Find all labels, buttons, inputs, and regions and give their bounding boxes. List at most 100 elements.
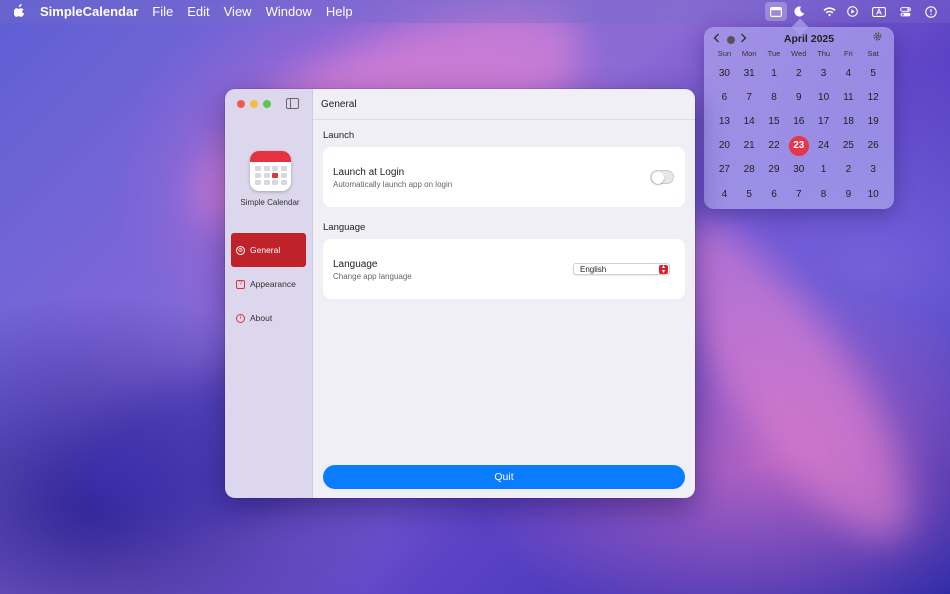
calendar-day[interactable]: 16 [786, 109, 811, 133]
calendar-day[interactable]: 2 [786, 61, 811, 85]
menu-window[interactable]: Window [266, 4, 312, 19]
wifi-icon[interactable] [818, 0, 840, 23]
calendar-day[interactable]: 3 [811, 61, 836, 85]
weekday-header-row: Sun Mon Tue Wed Thu Fri Sat [712, 49, 886, 58]
calendar-day[interactable]: 4 [836, 61, 861, 85]
calendar-day[interactable]: 30 [712, 61, 737, 85]
calendar-day[interactable]: 6 [762, 182, 787, 206]
content-header: General [313, 89, 695, 120]
calendar-day[interactable]: 11 [836, 85, 861, 109]
sidebar-toggle-icon[interactable] [286, 98, 299, 109]
paintbrush-icon: ? [236, 279, 245, 289]
calendar-day[interactable]: 13 [712, 109, 737, 133]
calendar-header: April 2025 [704, 30, 894, 50]
weekday-label: Mon [741, 49, 757, 58]
menu-app-name[interactable]: SimpleCalendar [40, 4, 138, 19]
calendar-day[interactable]: 8 [762, 85, 787, 109]
chevron-updown-icon: ▴ ▾ [659, 264, 668, 275]
settings-content: General Launch Launch at Login Automatic… [313, 89, 695, 498]
weekday-label: Sat [867, 49, 879, 58]
menu-edit[interactable]: Edit [187, 4, 209, 19]
sidebar: Simple Calendar ⚙ General ? Appearance i… [225, 89, 313, 498]
play-icon[interactable] [841, 0, 863, 23]
toggle-knob [652, 172, 664, 184]
calendar-day[interactable]: 10 [811, 85, 836, 109]
calendar-day[interactable]: 31 [737, 61, 762, 85]
calendar-day[interactable]: 7 [737, 85, 762, 109]
calendar-day[interactable]: 9 [786, 85, 811, 109]
calendar-day[interactable]: 25 [836, 134, 861, 158]
calendar-day[interactable]: 5 [737, 182, 762, 206]
calendar-day[interactable]: 28 [737, 158, 762, 182]
calendar-day[interactable]: 14 [737, 109, 762, 133]
calendar-day[interactable]: 17 [811, 109, 836, 133]
clock-icon[interactable] [920, 0, 942, 23]
calendar-day[interactable]: 18 [836, 109, 861, 133]
calendar-day[interactable]: 26 [861, 134, 886, 158]
calendar-day[interactable]: 7 [786, 182, 811, 206]
language-title: Language [333, 259, 378, 270]
calendar-day[interactable]: 29 [762, 158, 787, 182]
calendar-day[interactable]: 12 [861, 85, 886, 109]
calendar-day[interactable]: 2 [836, 158, 861, 182]
weekday-label: Thu [817, 49, 831, 58]
sidebar-item-label: Appearance [250, 279, 296, 289]
apple-logo-icon[interactable] [12, 3, 26, 20]
calendar-day[interactable]: 5 [861, 61, 886, 85]
calendar-day[interactable]: 1 [762, 61, 787, 85]
calendar-day[interactable]: 10 [861, 182, 886, 206]
launch-at-login-toggle[interactable] [650, 170, 674, 184]
calendar-day[interactable]: 20 [712, 134, 737, 158]
calendar-day[interactable]: 3 [861, 158, 886, 182]
calendar-day[interactable]: 1 [811, 158, 836, 182]
calendar-day-today[interactable]: 23 [786, 134, 811, 158]
weekday-label: Sun [717, 49, 732, 58]
calendar-day[interactable]: 8 [811, 182, 836, 206]
language-section-label: Language [323, 222, 366, 233]
sidebar-item-about[interactable]: i About [231, 301, 306, 335]
menu-file[interactable]: File [152, 4, 173, 19]
control-center-icon[interactable] [894, 0, 916, 23]
menu-help[interactable]: Help [326, 4, 353, 19]
calendar-day[interactable]: 24 [811, 134, 836, 158]
weekday-label: Wed [791, 49, 807, 58]
language-card: Language Change app language English ▴ ▾ [323, 239, 685, 299]
language-select-value: English [580, 265, 607, 274]
launch-at-login-title: Launch at Login [333, 167, 405, 178]
gear-icon: ⚙ [236, 245, 245, 255]
calendar-icon[interactable] [765, 2, 787, 21]
launch-at-login-subtitle: Automatically launch app on login [333, 180, 453, 189]
menu-view[interactable]: View [224, 4, 252, 19]
calendar-day-grid: 30 31 1 2 3 4 5 6 7 8 9 10 11 12 13 14 15 16 17 18 19 20 21 22 2… [712, 61, 886, 206]
launch-section-label: Launch [323, 130, 355, 141]
sidebar-app-name: Simple Calendar [240, 198, 300, 207]
gear-icon[interactable] [872, 31, 883, 45]
today-marker: 23 [788, 135, 809, 156]
sidebar-item-appearance[interactable]: ? Appearance [231, 267, 306, 301]
calendar-day[interactable]: 4 [712, 182, 737, 206]
close-window-button[interactable] [237, 100, 245, 108]
language-subtitle: Change app language [333, 272, 412, 281]
calendar-day[interactable]: 9 [836, 182, 861, 206]
sidebar-item-label: General [250, 245, 281, 255]
minimize-window-button[interactable] [250, 100, 258, 108]
calendar-day[interactable]: 6 [712, 85, 737, 109]
calendar-day[interactable]: 30 [786, 158, 811, 182]
calendar-day[interactable]: 27 [712, 158, 737, 182]
sidebar-item-label: About [250, 313, 273, 323]
calendar-day[interactable]: 19 [861, 109, 886, 133]
settings-window: Simple Calendar ⚙ General ? Appearance i… [225, 89, 695, 498]
calendar-day[interactable]: 21 [737, 134, 762, 158]
calendar-popover: April 2025 Sun Mon Tue Wed Thu Fri Sat 30 31 1 2 3… [704, 18, 894, 209]
weekday-label: Fri [844, 49, 853, 58]
calendar-day[interactable]: 15 [762, 109, 787, 133]
text-input-icon[interactable] [868, 0, 890, 23]
zoom-window-button[interactable] [263, 100, 271, 108]
quit-button[interactable]: Quit [323, 465, 685, 489]
calendar-day[interactable]: 22 [762, 134, 787, 158]
language-select[interactable]: English ▴ ▾ [573, 263, 670, 275]
page-title: General [321, 99, 357, 110]
sidebar-item-general[interactable]: ⚙ General [231, 233, 306, 267]
menu-bar: SimpleCalendar File Edit View Window Hel… [0, 0, 950, 23]
weekday-label: Tue [767, 49, 781, 58]
